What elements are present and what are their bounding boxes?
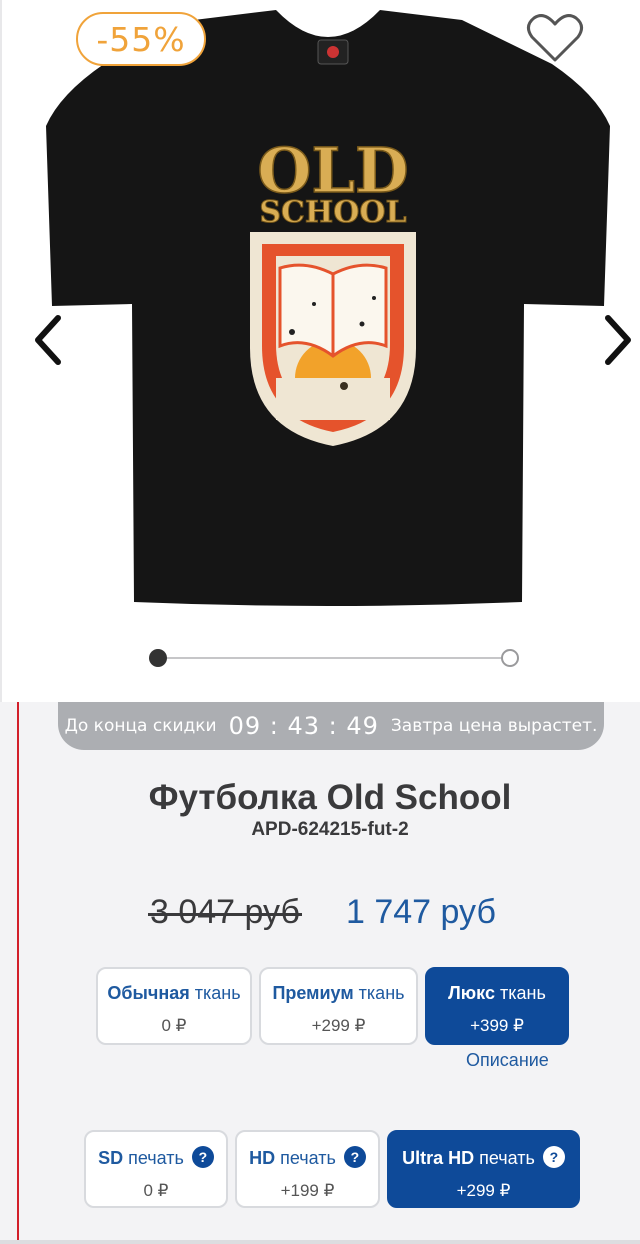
fabric-price: +299 ₽ [311,1016,366,1035]
fabric-price: +399 ₽ [470,1016,524,1035]
bottom-divider [0,1240,640,1244]
slide-progress-handle[interactable] [149,649,167,667]
product-page: OLD SCHOOL -55% До конца скидки 09: 43 … [0,0,640,1244]
discount-badge: -55% [76,12,206,66]
left-accent-rule [17,702,19,1242]
print-name: Ultra HD [402,1148,475,1168]
fabric-description-link[interactable]: Описание [466,1050,549,1071]
print-option-sd[interactable]: SD печать? 0 ₽ [84,1130,228,1208]
print-price: 0 ₽ [143,1181,169,1200]
product-title: Футболка Old School [148,778,512,817]
slide-progress-track[interactable] [158,657,510,659]
print-suffix: печать [280,1148,336,1168]
print-price: +199 ₽ [280,1181,335,1200]
old-price: 3 047 руб [148,893,302,931]
timer-label: До конца скидки [64,716,217,736]
slide-progress-end[interactable] [501,649,519,667]
discount-timer: До конца скидки 09 : 43 : 49 Завтра цена… [58,702,604,750]
fabric-name: Люкс [448,983,495,1003]
print-option-ultra-hd[interactable]: Ultra HD печать? +299 ₽ [387,1130,580,1208]
fabric-price: 0 ₽ [161,1016,187,1035]
print-text-school: SCHOOL [259,195,406,230]
timer-note: Завтра цена вырастет. [390,716,598,736]
fabric-option-premium[interactable]: Премиум ткань +299 ₽ [259,967,418,1045]
print-suffix: печать [479,1148,535,1168]
print-price: +299 ₽ [456,1181,511,1200]
fabric-option-regular[interactable]: Обычная ткань 0 ₽ [96,967,252,1045]
print-name: SD [98,1148,124,1168]
help-icon[interactable]: ? [343,1146,366,1168]
fabric-suffix: ткань [358,983,405,1003]
help-icon[interactable]: ? [191,1146,214,1168]
print-option-hd[interactable]: HD печать? +199 ₽ [235,1130,380,1208]
fabric-suffix: ткань [194,983,241,1003]
product-image[interactable]: OLD SCHOOL [44,6,612,608]
fabric-option-lux[interactable]: Люкс ткань +399 ₽ [425,967,569,1045]
print-name: HD [249,1148,276,1168]
current-price: 1 747 руб [346,893,496,931]
fabric-name: Обычная [107,983,190,1003]
print-suffix: печать [128,1148,184,1168]
fabric-name: Премиум [272,983,354,1003]
product-sku: APD-624215-fut-2 [251,819,409,840]
timer-clock: 09 : 43 : 49 [228,712,379,740]
favorite-heart-icon[interactable] [526,12,584,64]
chevron-right-icon[interactable] [600,312,636,368]
help-icon[interactable]: ? [542,1146,565,1168]
fabric-suffix: ткань [499,983,546,1003]
chevron-left-icon[interactable] [30,312,66,368]
product-gallery: OLD SCHOOL -55% [0,0,640,702]
